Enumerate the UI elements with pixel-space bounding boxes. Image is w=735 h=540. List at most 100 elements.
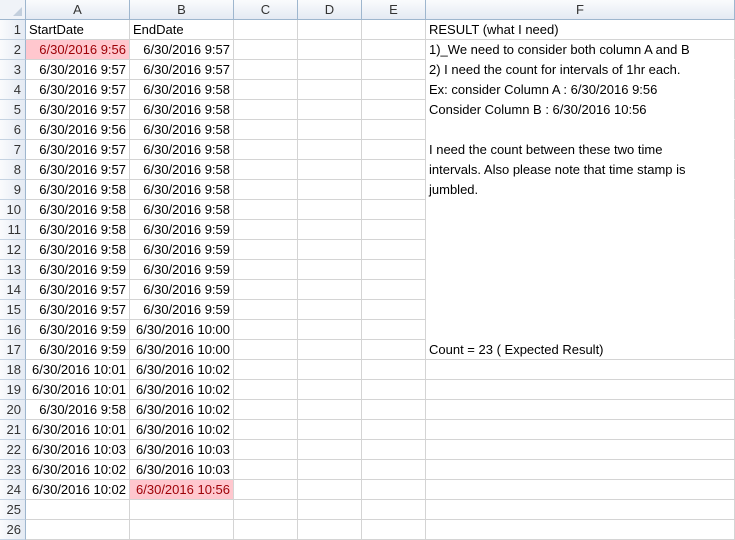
cell-e20[interactable] xyxy=(362,400,426,420)
cell-d6[interactable] xyxy=(298,120,362,140)
cell-a14[interactable]: 6/30/2016 9:57 xyxy=(26,280,130,300)
cell-d9[interactable] xyxy=(298,180,362,200)
cell-b11[interactable]: 6/30/2016 9:59 xyxy=(130,220,234,240)
cell-f7[interactable]: I need the count between these two time xyxy=(426,140,735,160)
row-header-15[interactable]: 15 xyxy=(0,300,26,320)
cell-e2[interactable] xyxy=(362,40,426,60)
row-header-16[interactable]: 16 xyxy=(0,320,26,340)
cell-b15[interactable]: 6/30/2016 9:59 xyxy=(130,300,234,320)
cell-c23[interactable] xyxy=(234,460,298,480)
cell-c21[interactable] xyxy=(234,420,298,440)
cell-c8[interactable] xyxy=(234,160,298,180)
column-header-b[interactable]: B xyxy=(130,0,234,20)
cell-a9[interactable]: 6/30/2016 9:58 xyxy=(26,180,130,200)
cell-b17[interactable]: 6/30/2016 10:00 xyxy=(130,340,234,360)
cell-b8[interactable]: 6/30/2016 9:58 xyxy=(130,160,234,180)
cell-e12[interactable] xyxy=(362,240,426,260)
cell-a20[interactable]: 6/30/2016 9:58 xyxy=(26,400,130,420)
cell-e8[interactable] xyxy=(362,160,426,180)
cell-d12[interactable] xyxy=(298,240,362,260)
cell-c3[interactable] xyxy=(234,60,298,80)
cell-d23[interactable] xyxy=(298,460,362,480)
cell-e1[interactable] xyxy=(362,20,426,40)
cell-f3[interactable]: 2) I need the count for intervals of 1hr… xyxy=(426,60,735,80)
cell-a22[interactable]: 6/30/2016 10:03 xyxy=(26,440,130,460)
cell-b21[interactable]: 6/30/2016 10:02 xyxy=(130,420,234,440)
cell-c19[interactable] xyxy=(234,380,298,400)
cell-f12[interactable] xyxy=(426,240,735,260)
cell-f2[interactable]: 1)_We need to consider both column A and… xyxy=(426,40,735,60)
cell-a6[interactable]: 6/30/2016 9:56 xyxy=(26,120,130,140)
cell-e9[interactable] xyxy=(362,180,426,200)
cell-a24[interactable]: 6/30/2016 10:02 xyxy=(26,480,130,500)
cell-e4[interactable] xyxy=(362,80,426,100)
cell-b24[interactable]: 6/30/2016 10:56 xyxy=(130,480,234,500)
cell-e19[interactable] xyxy=(362,380,426,400)
cell-a25[interactable] xyxy=(26,500,130,520)
row-header-10[interactable]: 10 xyxy=(0,200,26,220)
cell-d5[interactable] xyxy=(298,100,362,120)
cell-f22[interactable] xyxy=(426,440,735,460)
cell-a21[interactable]: 6/30/2016 10:01 xyxy=(26,420,130,440)
cell-c6[interactable] xyxy=(234,120,298,140)
cell-e21[interactable] xyxy=(362,420,426,440)
cell-d11[interactable] xyxy=(298,220,362,240)
cell-d4[interactable] xyxy=(298,80,362,100)
cell-d21[interactable] xyxy=(298,420,362,440)
row-header-1[interactable]: 1 xyxy=(0,20,26,40)
cell-b14[interactable]: 6/30/2016 9:59 xyxy=(130,280,234,300)
cell-e13[interactable] xyxy=(362,260,426,280)
cell-d8[interactable] xyxy=(298,160,362,180)
cell-c10[interactable] xyxy=(234,200,298,220)
cell-e5[interactable] xyxy=(362,100,426,120)
cell-f24[interactable] xyxy=(426,480,735,500)
cell-b12[interactable]: 6/30/2016 9:59 xyxy=(130,240,234,260)
cell-c5[interactable] xyxy=(234,100,298,120)
row-header-11[interactable]: 11 xyxy=(0,220,26,240)
row-header-4[interactable]: 4 xyxy=(0,80,26,100)
cell-c26[interactable] xyxy=(234,520,298,540)
cell-f17[interactable]: Count = 23 ( Expected Result) xyxy=(426,340,735,360)
cell-f6[interactable] xyxy=(426,120,735,140)
row-header-5[interactable]: 5 xyxy=(0,100,26,120)
cell-c12[interactable] xyxy=(234,240,298,260)
cell-d3[interactable] xyxy=(298,60,362,80)
column-header-c[interactable]: C xyxy=(234,0,298,20)
cell-f16[interactable] xyxy=(426,320,735,340)
cell-a16[interactable]: 6/30/2016 9:59 xyxy=(26,320,130,340)
cell-d7[interactable] xyxy=(298,140,362,160)
row-header-14[interactable]: 14 xyxy=(0,280,26,300)
cell-d10[interactable] xyxy=(298,200,362,220)
cell-f19[interactable] xyxy=(426,380,735,400)
cell-d26[interactable] xyxy=(298,520,362,540)
cell-a8[interactable]: 6/30/2016 9:57 xyxy=(26,160,130,180)
column-header-f[interactable]: F xyxy=(426,0,735,20)
cell-c1[interactable] xyxy=(234,20,298,40)
cell-b25[interactable] xyxy=(130,500,234,520)
cell-e14[interactable] xyxy=(362,280,426,300)
cell-d17[interactable] xyxy=(298,340,362,360)
cell-c4[interactable] xyxy=(234,80,298,100)
cell-b6[interactable]: 6/30/2016 9:58 xyxy=(130,120,234,140)
cell-f23[interactable] xyxy=(426,460,735,480)
cell-c14[interactable] xyxy=(234,280,298,300)
cell-b3[interactable]: 6/30/2016 9:57 xyxy=(130,60,234,80)
cell-a3[interactable]: 6/30/2016 9:57 xyxy=(26,60,130,80)
cell-f5[interactable]: Consider Column B : 6/30/2016 10:56 xyxy=(426,100,735,120)
cell-e7[interactable] xyxy=(362,140,426,160)
cell-a11[interactable]: 6/30/2016 9:58 xyxy=(26,220,130,240)
cell-d15[interactable] xyxy=(298,300,362,320)
row-header-9[interactable]: 9 xyxy=(0,180,26,200)
column-header-e[interactable]: E xyxy=(362,0,426,20)
cell-c7[interactable] xyxy=(234,140,298,160)
cell-b20[interactable]: 6/30/2016 10:02 xyxy=(130,400,234,420)
cell-c15[interactable] xyxy=(234,300,298,320)
cell-c25[interactable] xyxy=(234,500,298,520)
cell-f4[interactable]: Ex: consider Column A : 6/30/2016 9:56 xyxy=(426,80,735,100)
cell-b10[interactable]: 6/30/2016 9:58 xyxy=(130,200,234,220)
cell-a18[interactable]: 6/30/2016 10:01 xyxy=(26,360,130,380)
cell-a15[interactable]: 6/30/2016 9:57 xyxy=(26,300,130,320)
cell-b22[interactable]: 6/30/2016 10:03 xyxy=(130,440,234,460)
cell-f15[interactable] xyxy=(426,300,735,320)
row-header-22[interactable]: 22 xyxy=(0,440,26,460)
